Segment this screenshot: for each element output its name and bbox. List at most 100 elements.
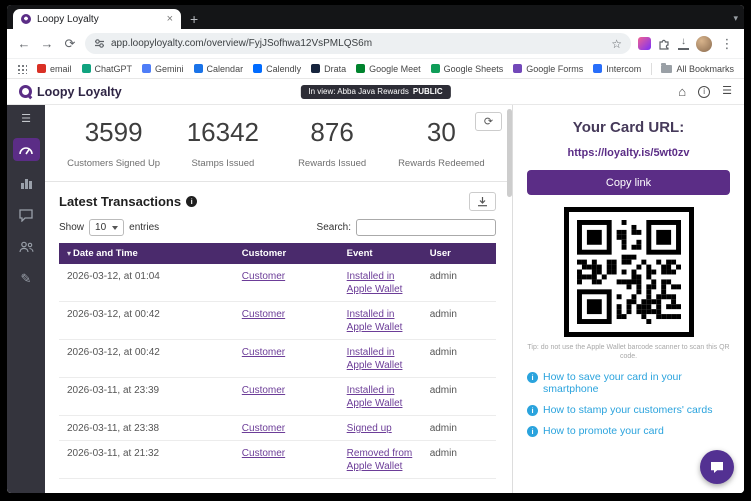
help-link[interactable]: i How to stamp your customers' cards xyxy=(527,404,730,416)
all-bookmarks-label: All Bookmarks xyxy=(676,63,734,74)
sidebar-item-analytics[interactable] xyxy=(7,172,45,194)
forward-button[interactable]: → xyxy=(39,37,55,50)
intercom-launcher[interactable] xyxy=(700,450,734,484)
cell-user: admin xyxy=(421,264,496,302)
info-icon: i xyxy=(527,404,538,416)
bookmark-item[interactable]: Calendly xyxy=(253,64,301,74)
table-row: 2026-03-12, at 01:04 Customer Installed … xyxy=(59,264,496,302)
stat-label: Customers Signed Up xyxy=(67,158,161,169)
column-header[interactable]: Event xyxy=(338,243,422,264)
copy-link-button[interactable]: Copy link xyxy=(527,170,730,195)
customer-link[interactable]: Customer xyxy=(242,309,285,320)
card-url-link[interactable]: https://loyalty.is/5wt0zv xyxy=(527,147,730,159)
page-size-select[interactable]: 10 xyxy=(89,219,125,236)
customer-link[interactable]: Customer xyxy=(242,271,285,282)
transactions-title: Latest Transactions xyxy=(59,194,182,209)
bookmark-item[interactable]: Google Forms xyxy=(513,64,583,74)
bookmark-item[interactable]: email xyxy=(37,64,72,74)
tab-close-icon[interactable]: × xyxy=(167,13,173,25)
column-header[interactable]: Customer xyxy=(233,243,339,264)
export-button[interactable] xyxy=(469,192,496,211)
browser-tab[interactable]: Loopy Loyalty × xyxy=(13,9,181,29)
event-link[interactable]: Installed in Apple Wallet xyxy=(347,347,403,371)
browser-toolbar: ← → ⟳ app.loopyloyalty.com/overview/FyjJ… xyxy=(7,29,744,59)
event-link[interactable]: Installed in Apple Wallet xyxy=(347,271,403,295)
search-input[interactable] xyxy=(356,219,496,236)
browser-menu-icon[interactable]: ⋮ xyxy=(719,37,735,50)
overview-panel: ⟳ 3599 Customers Signed Up 16342 Stamps … xyxy=(45,105,512,493)
bookmark-favicon xyxy=(253,64,263,73)
cell-user: admin xyxy=(421,377,496,416)
loopy-logo-icon xyxy=(19,85,32,98)
table-row: 2026-03-12, at 00:42 Customer Installed … xyxy=(59,339,496,378)
refresh-button[interactable]: ⟳ xyxy=(475,112,502,131)
apps-grid-icon[interactable] xyxy=(17,63,27,74)
sidebar-item-messages[interactable] xyxy=(7,204,45,226)
sidebar-toggle-icon[interactable]: ☰ xyxy=(21,112,31,125)
bookmark-item[interactable]: Intercom xyxy=(593,64,641,74)
bookmark-favicon xyxy=(193,64,203,73)
divider xyxy=(45,181,512,182)
help-link[interactable]: i How to save your card in your smartphon… xyxy=(527,371,730,395)
bookmark-item[interactable]: Gemini xyxy=(142,64,184,74)
entries-label: entries xyxy=(129,222,160,233)
sort-caret-icon: ▾ xyxy=(67,249,72,258)
column-header[interactable]: User xyxy=(421,243,496,264)
qr-tip: Tip: do not use the Apple Wallet barcode… xyxy=(527,344,730,361)
stat-label: Stamps Issued xyxy=(191,158,255,169)
stat-card: 3599 Customers Signed Up xyxy=(59,117,168,169)
table-row: 2026-03-11, at 23:38 Customer Signed up … xyxy=(59,415,496,441)
tab-search-icon[interactable]: ▾ xyxy=(733,13,738,24)
all-bookmarks-button[interactable]: All Bookmarks xyxy=(661,62,734,74)
column-header[interactable]: ▾ Date and Time xyxy=(59,243,234,264)
downloads-icon[interactable]: ↓ xyxy=(678,37,689,50)
event-link[interactable]: Installed in Apple Wallet xyxy=(347,309,403,333)
transactions-info-icon[interactable]: i xyxy=(186,196,198,207)
extensions-puzzle-icon[interactable] xyxy=(658,37,671,50)
table-row: 2026-03-11, at 23:39 Customer Installed … xyxy=(59,377,496,416)
cell-user: admin xyxy=(421,440,496,479)
card-url-title: Your Card URL: xyxy=(572,119,685,136)
event-link[interactable]: Signed up xyxy=(347,423,392,434)
bookmark-item[interactable]: Calendar xyxy=(193,64,243,74)
cell-user: admin xyxy=(421,301,496,340)
app-logo[interactable]: Loopy Loyalty xyxy=(19,85,122,99)
header-menu-icon[interactable]: ☰ xyxy=(722,86,732,97)
header-info-icon[interactable]: i xyxy=(698,85,711,98)
event-link[interactable]: Installed in Apple Wallet xyxy=(347,385,403,409)
bookmark-item[interactable]: Google Sheets xyxy=(430,64,503,74)
cell-date: 2026-03-11, at 23:39 xyxy=(59,377,234,416)
customer-link[interactable]: Customer xyxy=(242,423,285,434)
cell-date: 2026-03-12, at 00:42 xyxy=(59,301,234,340)
tab-title: Loopy Loyalty xyxy=(37,13,99,25)
sidebar-item-dashboard[interactable] xyxy=(12,138,40,161)
reload-button[interactable]: ⟳ xyxy=(62,37,78,50)
back-button[interactable]: ← xyxy=(16,37,32,50)
qr-code xyxy=(563,207,694,337)
bookmark-star-icon[interactable]: ☆ xyxy=(611,38,622,50)
bookmark-favicon xyxy=(593,64,603,73)
site-info-icon[interactable] xyxy=(94,38,105,49)
bookmark-favicon xyxy=(37,64,46,73)
help-link[interactable]: i How to promote your card xyxy=(527,425,730,437)
new-tab-button[interactable]: + xyxy=(190,12,198,26)
bookmark-item[interactable]: Drata xyxy=(311,64,346,74)
stat-card: 876 Rewards Issued xyxy=(278,117,387,169)
view-badge-label: In view: Abba Java Rewards xyxy=(308,87,409,96)
customer-link[interactable]: Customer xyxy=(242,347,285,358)
stat-value: 3599 xyxy=(84,117,143,147)
bookmark-item[interactable]: ChatGPT xyxy=(81,64,132,74)
search-label: Search: xyxy=(316,222,351,233)
home-icon[interactable]: ⌂ xyxy=(678,85,686,98)
sidebar-item-customers[interactable] xyxy=(7,236,45,258)
customer-link[interactable]: Customer xyxy=(242,448,285,459)
bookmark-favicon xyxy=(513,64,523,73)
sidebar-item-edit[interactable]: ✎ xyxy=(7,268,45,290)
extension-icon[interactable] xyxy=(638,37,651,50)
event-link[interactable]: Removed from Apple Wallet xyxy=(347,448,413,472)
page-size-value: 10 xyxy=(95,222,107,233)
address-bar[interactable]: app.loopyloyalty.com/overview/FyjJSofhwa… xyxy=(85,33,631,54)
bookmark-item[interactable]: Google Meet xyxy=(356,64,421,74)
profile-avatar[interactable] xyxy=(696,35,712,52)
customer-link[interactable]: Customer xyxy=(242,385,285,396)
